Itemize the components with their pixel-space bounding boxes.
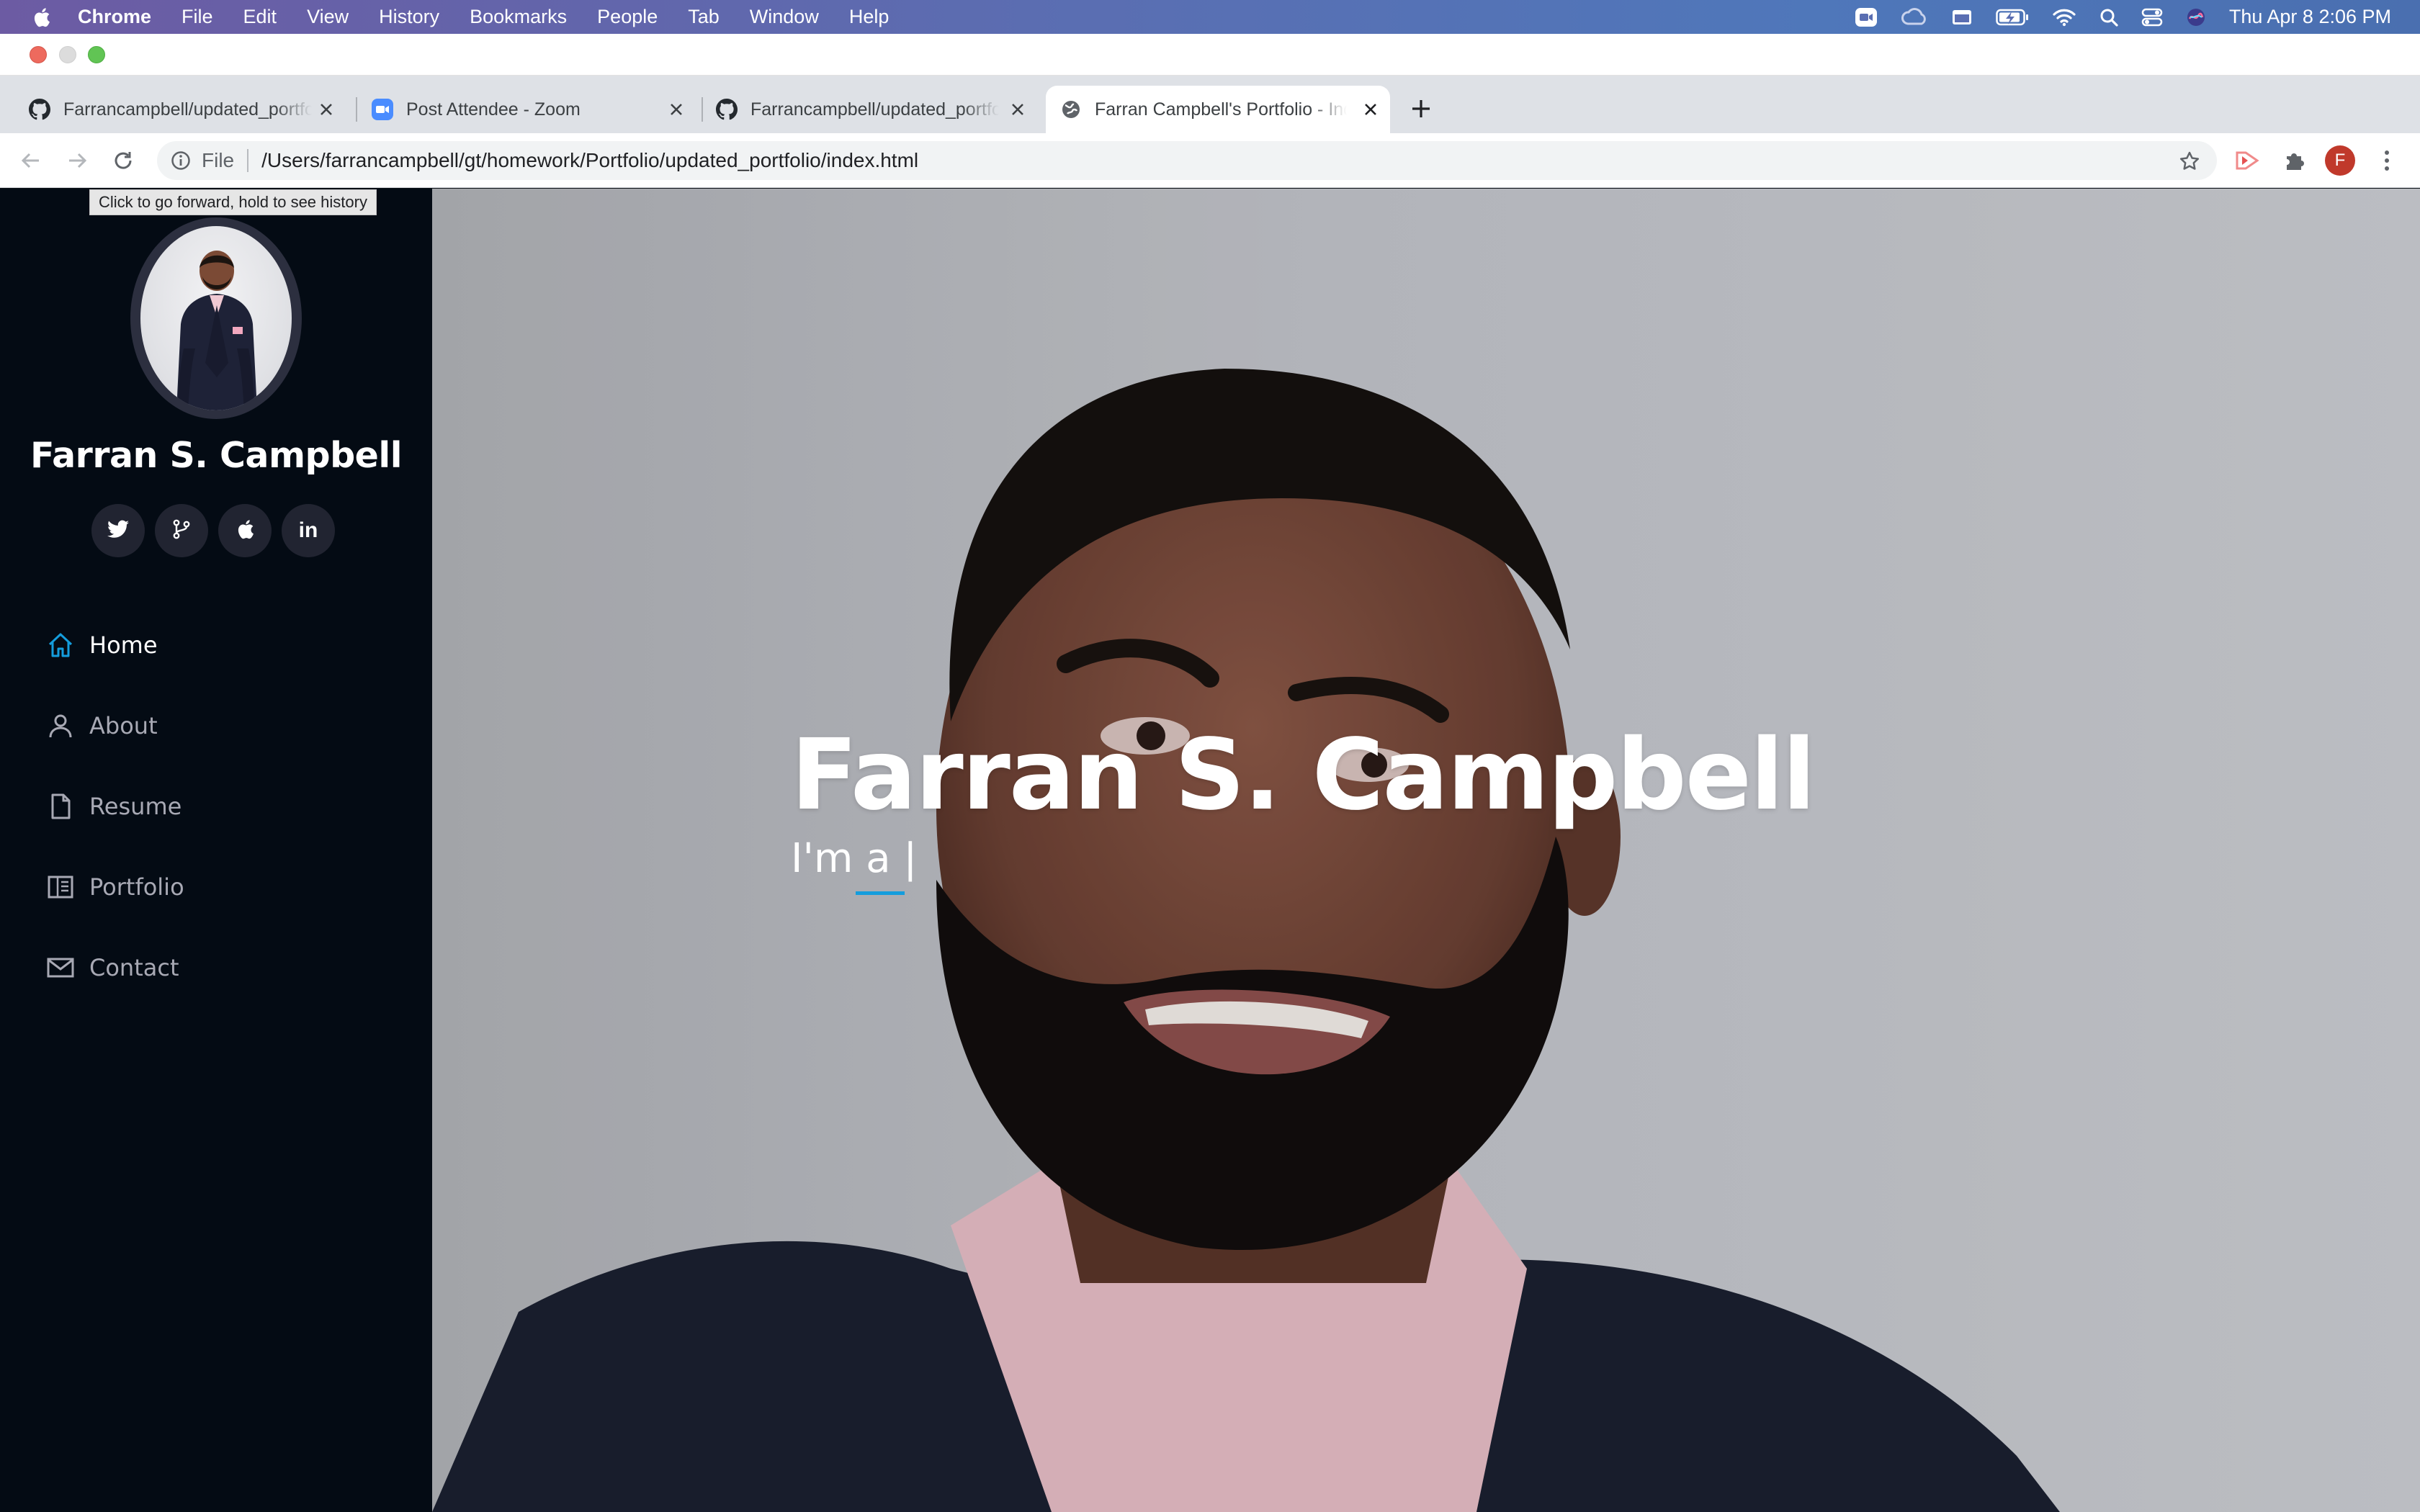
url-scheme-label: File <box>202 149 235 171</box>
profile-photo <box>140 226 292 410</box>
menu-window[interactable]: Window <box>750 6 819 28</box>
nav-portfolio[interactable]: Portfolio <box>0 847 432 927</box>
tab-title: Farran Campbell's Portfolio - Index <box>1095 99 1347 120</box>
sidebar-nav: Home About Resume Portfolio Contact <box>0 605 432 1008</box>
file-icon <box>45 791 76 822</box>
menu-edit[interactable]: Edit <box>243 6 277 28</box>
siri-icon[interactable] <box>2186 0 2206 34</box>
book-icon <box>45 871 76 903</box>
linkedin-link[interactable]: in <box>282 504 335 557</box>
profile-avatar-button[interactable]: F <box>2325 145 2355 176</box>
menu-tab[interactable]: Tab <box>688 6 720 28</box>
window-close-button[interactable] <box>30 46 47 63</box>
tab-close-icon[interactable] <box>667 100 686 119</box>
menubar-clock[interactable]: Thu Apr 8 2:06 PM <box>2229 6 2391 28</box>
typed-underline <box>856 891 905 895</box>
hero-section <box>432 189 2420 1512</box>
apple-link[interactable] <box>218 504 272 557</box>
nav-contact[interactable]: Contact <box>0 927 432 1008</box>
envelope-icon <box>45 952 76 984</box>
sidebar-profile-name: Farran S. Campbell <box>30 435 403 476</box>
extensions-puzzle-icon[interactable] <box>2279 145 2311 176</box>
url-text[interactable]: /Users/farrancampbell/gt/homework/Portfo… <box>261 149 918 172</box>
tab-close-icon[interactable] <box>317 100 336 119</box>
browser-tab-active[interactable]: Farran Campbell's Portfolio - Index <box>1046 86 1390 133</box>
display-icon[interactable] <box>1951 0 1973 34</box>
browser-tab[interactable]: Post Attendee - Zoom <box>372 86 696 133</box>
menubar-status-area: Thu Apr 8 2:06 PM <box>1855 0 2420 34</box>
apple-icon <box>236 518 254 544</box>
twitter-link[interactable] <box>91 504 145 557</box>
forward-tooltip: Click to go forward, hold to see history <box>89 189 377 215</box>
omnibox-divider <box>247 149 249 172</box>
back-button[interactable] <box>14 144 48 177</box>
social-links: in <box>91 504 345 557</box>
git-branch-icon <box>171 518 192 544</box>
nav-label: Home <box>89 631 158 659</box>
tab-divider <box>702 97 703 122</box>
git-link[interactable] <box>155 504 208 557</box>
menu-help[interactable]: Help <box>849 6 889 28</box>
menu-people[interactable]: People <box>597 6 658 28</box>
battery-icon[interactable] <box>1996 0 2029 34</box>
menu-file[interactable]: File <box>182 6 213 28</box>
twitter-icon <box>107 520 129 542</box>
nav-about[interactable]: About <box>0 685 432 766</box>
chrome-menu-icon[interactable] <box>2371 145 2403 176</box>
zoom-status-icon[interactable] <box>1855 0 1878 34</box>
menu-bookmarks[interactable]: Bookmarks <box>470 6 567 28</box>
menu-history[interactable]: History <box>379 6 439 28</box>
nav-label: About <box>89 712 158 739</box>
github-icon <box>716 99 738 120</box>
address-bar[interactable]: File /Users/farrancampbell/gt/homework/P… <box>157 141 2217 180</box>
home-icon <box>45 629 76 661</box>
menu-view[interactable]: View <box>307 6 349 28</box>
macos-menubar: Chrome File Edit View History Bookmarks … <box>0 0 2420 34</box>
browser-tab[interactable]: Farrancampbell/updated_portfolio <box>29 86 346 133</box>
window-zoom-button[interactable] <box>88 46 105 63</box>
creative-cloud-icon[interactable] <box>1901 0 1928 34</box>
person-icon <box>45 710 76 742</box>
tab-close-icon[interactable] <box>1008 100 1027 119</box>
control-center-icon[interactable] <box>2141 0 2163 34</box>
extension-icon[interactable] <box>2231 145 2263 176</box>
tab-strip: Farrancampbell/updated_portfolio Post At… <box>0 76 2420 133</box>
linkedin-icon: in <box>298 518 318 542</box>
nav-label: Resume <box>89 793 182 820</box>
tab-close-icon[interactable] <box>1361 100 1380 119</box>
github-icon <box>29 99 50 120</box>
hero-overlay <box>432 189 2420 1512</box>
tab-title: Farrancampbell/updated_portfolio <box>750 99 999 120</box>
spotlight-search-icon[interactable] <box>2099 0 2118 34</box>
bookmark-star-icon[interactable] <box>2178 150 2201 173</box>
window-titlebar <box>0 34 2420 76</box>
nav-resume[interactable]: Resume <box>0 766 432 847</box>
zoom-icon <box>372 99 393 120</box>
site-info-icon[interactable] <box>170 150 192 171</box>
nav-label: Portfolio <box>89 873 184 901</box>
nav-home[interactable]: Home <box>0 605 432 685</box>
reload-button[interactable] <box>107 144 140 177</box>
forward-button[interactable] <box>60 144 94 177</box>
browser-tab[interactable]: Farrancampbell/updated_portfolio <box>716 86 1037 133</box>
window-minimize-button[interactable] <box>59 46 76 63</box>
tab-divider <box>356 97 357 122</box>
menu-app-name[interactable]: Chrome <box>78 6 151 28</box>
hero-title: Farran S. Campbell <box>791 719 1816 832</box>
wifi-icon[interactable] <box>2052 0 2076 34</box>
tab-title: Post Attendee - Zoom <box>406 99 581 120</box>
nav-label: Contact <box>89 954 179 981</box>
apple-menu-icon[interactable] <box>30 6 52 29</box>
tab-title: Farrancampbell/updated_portfolio <box>63 99 312 120</box>
hero-typed-text: I'm a | <box>791 835 918 882</box>
globe-icon <box>1060 99 1082 120</box>
new-tab-button[interactable] <box>1408 96 1434 122</box>
